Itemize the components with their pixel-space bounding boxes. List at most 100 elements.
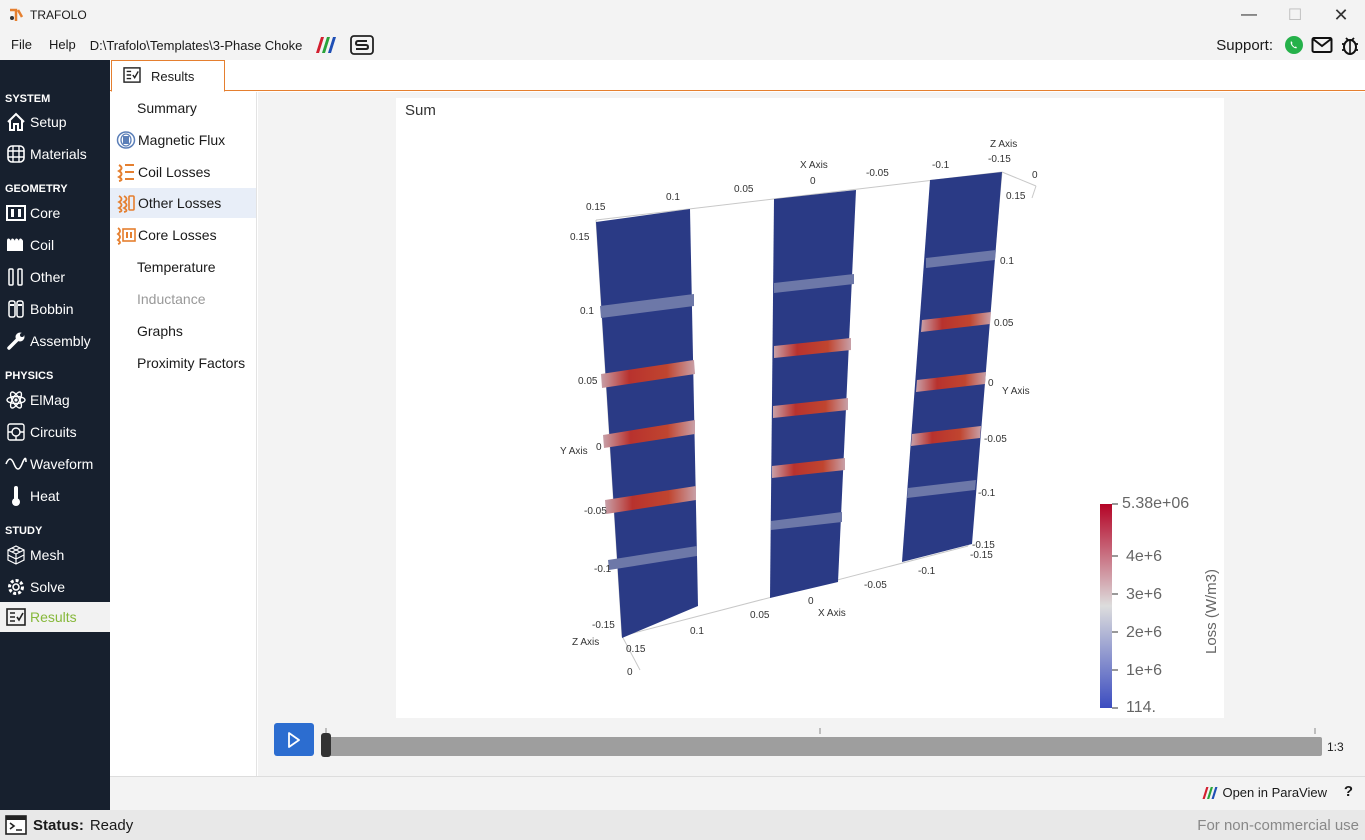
- close-button[interactable]: ✕: [1318, 0, 1364, 30]
- subnav-item-proximity-factors[interactable]: Proximity Factors: [110, 348, 256, 378]
- menu-bar: File Help D:\Trafolo\Templates\3-Phase C…: [0, 30, 1365, 60]
- timeline-slider-handle[interactable]: [321, 733, 331, 757]
- y-left-tick: -0.15: [592, 620, 615, 631]
- x-top-tick: -0.15: [988, 154, 1011, 165]
- thermometer-icon: [5, 485, 27, 507]
- colorbar-label: 1e+6: [1126, 662, 1162, 679]
- subnav-item-graphs[interactable]: Graphs: [110, 316, 256, 346]
- x-bottom-tick: -0.1: [918, 566, 936, 577]
- z-bottom-tick: 0.15: [626, 644, 646, 655]
- section-geometry: GEOMETRY: [5, 183, 68, 195]
- sidebar-item-coil[interactable]: Coil: [0, 230, 110, 260]
- help-button[interactable]: ?: [1344, 783, 1353, 800]
- sidebar-item-setup[interactable]: Setup: [0, 107, 110, 137]
- simulation-logo-icon[interactable]: [350, 35, 375, 55]
- timeline-slider-track[interactable]: [325, 737, 1322, 756]
- status-bar: Status: Ready For non-commercial use: [0, 810, 1365, 840]
- wave-icon: [5, 453, 27, 475]
- section-system: SYSTEM: [5, 93, 51, 105]
- trafolo-logo-icon: [10, 8, 24, 21]
- menu-help[interactable]: Help: [43, 30, 82, 60]
- sidebar-item-assembly[interactable]: Assembly: [0, 326, 110, 356]
- bobbin-icon: [5, 298, 27, 320]
- section-physics: PHYSICS: [5, 370, 54, 382]
- sidebar-item-core[interactable]: Core: [0, 198, 110, 228]
- subnav-item-summary[interactable]: Summary: [110, 93, 256, 123]
- y-left-tick: -0.05: [584, 506, 607, 517]
- x-bottom-tick: 0.05: [750, 610, 770, 621]
- subnav-item-other-losses[interactable]: Other Losses: [110, 188, 256, 218]
- subnav-item-label: Coil Losses: [138, 164, 211, 180]
- play-button[interactable]: [274, 723, 314, 756]
- other-icon: [5, 266, 27, 288]
- sidebar-item-materials[interactable]: Materials: [0, 139, 110, 169]
- sidebar-item-label: Assembly: [30, 333, 91, 349]
- y-right-tick: 0: [988, 378, 994, 389]
- sidebar-item-label: Results: [30, 609, 77, 625]
- x-top-tick: -0.1: [932, 160, 950, 171]
- y-left-tick: 0: [596, 442, 602, 453]
- sidebar-item-results[interactable]: Results: [0, 602, 110, 632]
- y-left-tick: 0.15: [570, 232, 590, 243]
- x-top-tick: 0.1: [666, 192, 680, 203]
- y-left-tick: 0.05: [578, 376, 598, 387]
- leg-right: [902, 172, 1002, 562]
- maximize-button[interactable]: ☐: [1272, 0, 1318, 30]
- subnav-item-inductance: Inductance: [110, 284, 256, 314]
- atom-icon: [5, 389, 27, 411]
- sidebar-item-heat[interactable]: Heat: [0, 481, 110, 511]
- core-icon: [5, 202, 27, 224]
- circuit-icon: [5, 421, 27, 443]
- subnav-item-label: Inductance: [137, 291, 206, 307]
- terminal-icon[interactable]: [5, 815, 27, 835]
- results-icon: [5, 606, 27, 628]
- mesh-icon: [5, 544, 27, 566]
- support-area: Support:: [1216, 30, 1365, 60]
- menu-file[interactable]: File: [5, 30, 38, 60]
- subnav-item-magnetic-flux[interactable]: Magnetic Flux: [110, 125, 256, 155]
- status-label: Status:: [33, 816, 84, 834]
- minimize-button[interactable]: —: [1226, 0, 1272, 30]
- z-top-axis-title: Z Axis: [990, 139, 1017, 150]
- colorbar-label: 114.: [1126, 699, 1156, 716]
- sidebar-item-elmag[interactable]: ElMag: [0, 385, 110, 415]
- open-in-paraview-button[interactable]: Open in ParaView: [1201, 785, 1327, 800]
- support-label: Support:: [1216, 36, 1273, 54]
- y-right-tick: 0.05: [994, 318, 1014, 329]
- magnetic-flux-icon: [115, 129, 137, 151]
- subnav-item-label: Summary: [137, 100, 197, 116]
- subnav-item-label: Other Losses: [138, 195, 222, 211]
- title-bar: TRAFOLO — ☐ ✕: [0, 0, 1365, 30]
- x-bottom-axis-title: X Axis: [818, 608, 846, 619]
- subnav-item-temperature[interactable]: Temperature: [110, 252, 256, 282]
- y-right-tick: -0.1: [978, 488, 996, 499]
- sidebar-item-waveform[interactable]: Waveform: [0, 449, 110, 479]
- solve-gear-icon: [5, 576, 27, 598]
- subnav-item-coil-losses[interactable]: Coil Losses: [110, 157, 256, 187]
- tab-results[interactable]: Results: [111, 60, 225, 92]
- bottom-bar: Open in ParaView ?: [110, 776, 1365, 810]
- sidebar-item-solve[interactable]: Solve: [0, 572, 110, 602]
- license-note: For non-commercial use: [1197, 817, 1359, 834]
- y-right-axis-title: Y Axis: [1002, 386, 1030, 397]
- sidebar-item-mesh[interactable]: Mesh: [0, 540, 110, 570]
- mail-icon[interactable]: [1311, 34, 1333, 56]
- sidebar-item-bobbin[interactable]: Bobbin: [0, 294, 110, 324]
- render-viewport[interactable]: Sum X Axis 0.15 0.1 0.05 0 -0.05 -0.1 -0…: [396, 98, 1224, 718]
- subnav-item-core-losses[interactable]: Core Losses: [110, 220, 256, 250]
- colorbar-label: 5.38e+06: [1122, 495, 1189, 512]
- whatsapp-icon[interactable]: [1283, 34, 1305, 56]
- results-icon: [123, 66, 141, 86]
- bug-report-icon[interactable]: [1339, 34, 1361, 56]
- sidebar-item-label: Solve: [30, 579, 66, 595]
- sidebar-item-circuits[interactable]: Circuits: [0, 417, 110, 447]
- sidebar-item-other[interactable]: Other: [0, 262, 110, 292]
- sidebar-item-label: Materials: [30, 146, 87, 162]
- tab-strip: Results: [110, 60, 1365, 92]
- status-value: Ready: [89, 816, 134, 834]
- coil-losses-icon: [115, 161, 137, 183]
- y-right-tick: -0.05: [984, 434, 1007, 445]
- paraview-logo-icon[interactable]: [314, 36, 338, 54]
- subnav-item-label: Magnetic Flux: [138, 132, 226, 148]
- loss-field-render[interactable]: X Axis 0.15 0.1 0.05 0 -0.05 -0.1 -0.15 …: [396, 98, 1224, 718]
